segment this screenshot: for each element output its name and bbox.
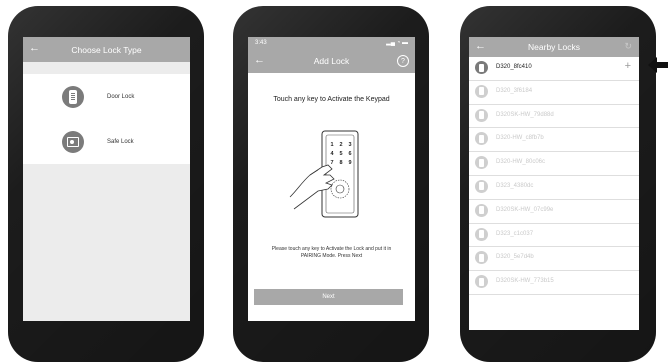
lock-icon	[475, 156, 488, 170]
lock-icon	[475, 227, 488, 241]
nearby-locks-screen: ← Nearby Locks ↻ D320_8fc410 + D320_3f61…	[469, 37, 639, 330]
refresh-icon[interactable]: ↻	[624, 41, 632, 52]
back-arrow-icon[interactable]: ←	[475, 40, 486, 52]
safe-lock-label: Safe Lock	[107, 138, 134, 145]
list-item[interactable]: D320-HW_c8fb7b	[469, 128, 639, 153]
keypad-key: 6	[348, 151, 351, 157]
signal-wifi-battery-icon: ▂▄ ◔ ▬	[386, 40, 408, 46]
keypad-key: 4	[330, 151, 334, 157]
add-lock-screen: 3:43 ▂▄ ◔ ▬ ← Add Lock ? Touch any key t…	[248, 37, 415, 321]
safe-icon	[62, 130, 84, 153]
next-button[interactable]: Next	[254, 289, 403, 305]
lock-icon	[475, 61, 488, 74]
phone-frame-lock-type: ← Choose Lock Type Door Lock Safe Lock	[8, 6, 204, 362]
lock-name: D320-HW_80c06c	[496, 159, 546, 166]
lock-name: D320_3f6184	[496, 87, 533, 94]
door-lock-option[interactable]: Door Lock	[23, 74, 190, 119]
add-lock-button[interactable]: +	[625, 60, 631, 72]
lock-name: D320SK-HW_773b15	[496, 278, 554, 285]
lock-name: D323_4380dc	[496, 182, 534, 189]
keypad-key: 7	[330, 160, 333, 166]
list-item[interactable]: D320_3f6184	[469, 80, 639, 105]
door-lock-label: Door Lock	[107, 93, 135, 100]
screen-title: Nearby Locks	[528, 42, 580, 52]
nearby-locks-list: D320_8fc410 + D320_3f6184 D320SK-HW_79d8…	[469, 57, 639, 295]
instruction-title: Touch any key to Activate the Keypad	[273, 96, 390, 103]
navbar: ← Nearby Locks ↻	[469, 37, 639, 57]
lock-icon	[475, 275, 488, 289]
list-item[interactable]: D320_8fc410 +	[469, 57, 639, 81]
keypad-key: 5	[339, 151, 342, 157]
lock-name: D323_c1c037	[496, 230, 534, 237]
lock-icon	[475, 108, 488, 122]
status-time: 3:43	[255, 40, 267, 46]
status-bar: 3:43 ▂▄ ◔ ▬	[248, 37, 415, 49]
keypad-key: 3	[348, 142, 351, 148]
navbar: ← Add Lock ?	[248, 49, 415, 73]
pairing-instructions: Please touch any key to Activate the Loc…	[271, 246, 392, 259]
list-item[interactable]: D320SK-HW_773b15	[469, 271, 639, 295]
lock-name: D320_8fc410	[496, 64, 532, 70]
back-arrow-icon[interactable]: ←	[29, 42, 40, 54]
screen-title: Add Lock	[313, 56, 350, 66]
list-item[interactable]: D323_4380dc	[469, 175, 639, 200]
list-item[interactable]: D320SK-HW_07c99e	[469, 199, 639, 224]
lock-name: D320SK-HW_07c99e	[496, 206, 554, 213]
keypad-key: 8	[339, 160, 342, 166]
keypad-key: 9	[348, 160, 351, 166]
list-item[interactable]: D320-HW_80c06c	[469, 152, 639, 176]
screen-title: Choose Lock Type	[71, 44, 142, 55]
lock-name: D320_5e7d4b	[496, 254, 534, 261]
phone-frame-nearby-locks: ← Nearby Locks ↻ D320_8fc410 + D320_3f61…	[460, 6, 656, 362]
lock-name: D320-HW_c8fb7b	[496, 135, 544, 142]
pointer-arrow-icon	[648, 57, 668, 73]
navbar: ← Choose Lock Type	[23, 37, 190, 62]
back-arrow-icon[interactable]: ←	[254, 54, 265, 66]
lock-icon	[475, 251, 488, 265]
lock-icon	[475, 132, 488, 146]
lock-icon	[475, 84, 488, 98]
choose-lock-type-screen: ← Choose Lock Type Door Lock Safe Lock	[23, 37, 190, 321]
list-item[interactable]: D323_c1c037	[469, 223, 639, 248]
lock-name: D320SK-HW_79d88d	[496, 111, 554, 118]
list-item[interactable]: D320SK-HW_79d88d	[469, 104, 639, 129]
phone-frame-add-lock: 3:43 ▂▄ ◔ ▬ ← Add Lock ? Touch any key t…	[233, 6, 429, 362]
door-lock-icon	[62, 85, 84, 108]
help-icon[interactable]: ?	[397, 55, 409, 67]
keypad-key: 1	[330, 142, 333, 148]
safe-lock-option[interactable]: Safe Lock	[23, 119, 190, 164]
list-item[interactable]: D320_5e7d4b	[469, 247, 639, 272]
lock-icon	[475, 203, 488, 217]
keypad-keys: 1 2 3 4 5 6 7 8 9	[330, 142, 351, 166]
keypad-key: 2	[339, 142, 342, 148]
lock-icon	[475, 179, 488, 193]
